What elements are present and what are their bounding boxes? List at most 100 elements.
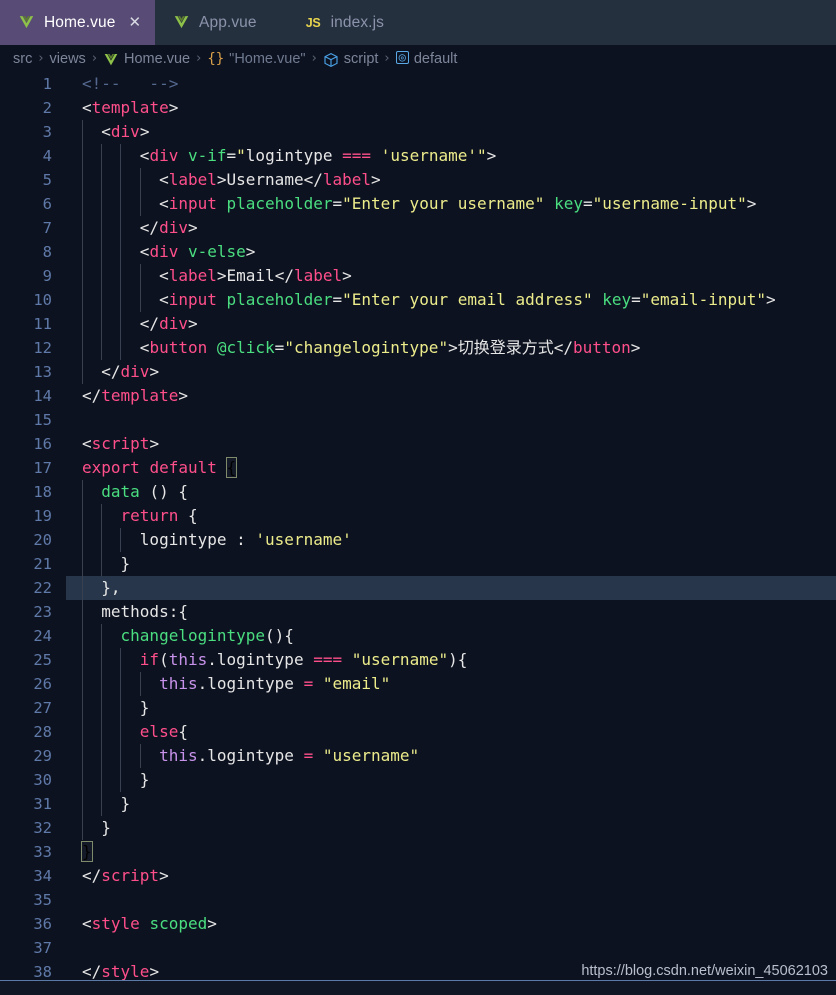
code-line[interactable]: 24 changelogintype(){ xyxy=(0,624,836,648)
line-number: 8 xyxy=(42,243,52,261)
editor-tab-app-vue[interactable]: App.vue xyxy=(155,0,271,45)
code-line[interactable]: 17 export default { xyxy=(0,456,836,480)
code-text[interactable]: <script> xyxy=(82,432,159,456)
code-text[interactable]: <style scoped> xyxy=(82,912,217,936)
line-number: 1 xyxy=(42,75,52,93)
code-text[interactable]: } xyxy=(82,696,150,720)
code-text[interactable]: } xyxy=(82,792,131,816)
code-line[interactable]: 37 xyxy=(0,936,836,960)
code-line[interactable]: 20 logintype : 'username' xyxy=(0,528,836,552)
code-text[interactable]: <template> xyxy=(82,96,178,120)
token: return xyxy=(120,506,179,525)
code-line[interactable]: 16 <script> xyxy=(0,432,836,456)
code-text[interactable]: methods:{ xyxy=(82,600,188,624)
code-text[interactable]: </div> xyxy=(82,360,159,384)
code-text[interactable]: <button @click="changelogintype">切换登录方式<… xyxy=(82,336,641,360)
code-line[interactable]: 14 </template> xyxy=(0,384,836,408)
code-line[interactable]: 23 methods:{ xyxy=(0,600,836,624)
code-line[interactable]: 19 return { xyxy=(0,504,836,528)
code-editor[interactable]: 1 <!-- --> 2 <template> 3 <div> 4 <div v-if="… xyxy=(0,72,836,995)
code-text[interactable]: export default { xyxy=(82,456,238,480)
close-icon[interactable]: ✕ xyxy=(128,15,141,30)
code-text[interactable]: </script> xyxy=(82,864,169,888)
code-line[interactable]: 18 data () { xyxy=(0,480,836,504)
code-line[interactable]: 1 <!-- --> xyxy=(0,72,836,96)
code-text[interactable]: changelogintype(){ xyxy=(82,624,294,648)
token: this xyxy=(159,746,198,765)
code-line[interactable]: 5 <label>Username</label> xyxy=(0,168,836,192)
code-line[interactable]: 2 <template> xyxy=(0,96,836,120)
code-text[interactable]: <input placeholder="Enter your username"… xyxy=(82,192,756,216)
code-line[interactable]: 10 <input placeholder="Enter your email … xyxy=(0,288,836,312)
token: { xyxy=(225,457,238,478)
code-text[interactable]: <label>Username</label> xyxy=(82,168,381,192)
code-text[interactable]: } xyxy=(82,816,111,840)
breadcrumb-item-default[interactable]: default xyxy=(414,51,458,67)
breadcrumb-item-homevue[interactable]: Home.vue xyxy=(124,51,190,67)
tab-label: index.js xyxy=(330,13,384,31)
code-text[interactable]: this.logintype = "username" xyxy=(82,744,419,768)
js-file-icon: JS xyxy=(305,14,322,31)
code-line[interactable]: 29 this.logintype = "username" xyxy=(0,744,836,768)
code-text[interactable]: logintype : 'username' xyxy=(82,528,352,552)
code-line[interactable]: 3 <div> xyxy=(0,120,836,144)
tab-label: Home.vue xyxy=(44,13,116,31)
breadcrumb-item-homevue[interactable]: "Home.vue" xyxy=(229,51,305,67)
code-text[interactable]: } xyxy=(82,768,150,792)
code-text[interactable]: if(this.logintype === "username"){ xyxy=(82,648,468,672)
code-text[interactable]: </template> xyxy=(82,384,188,408)
code-line[interactable]: 26 this.logintype = "email" xyxy=(0,672,836,696)
code-line[interactable]: 15 xyxy=(0,408,836,432)
code-text[interactable]: } xyxy=(81,840,93,864)
vue-logo-glyph xyxy=(104,53,118,65)
code-line[interactable]: 8 <div v-else> xyxy=(0,240,836,264)
code-text[interactable]: return { xyxy=(82,504,198,528)
token: > xyxy=(746,194,757,213)
token: = xyxy=(332,290,343,309)
code-line[interactable]: 11 </div> xyxy=(0,312,836,336)
code-line[interactable]: 7 </div> xyxy=(0,216,836,240)
token: v-else xyxy=(187,242,246,261)
code-text[interactable]: <label>Email</label> xyxy=(82,264,352,288)
code-line[interactable]: 34 </script> xyxy=(0,864,836,888)
code-line[interactable]: 12 <button @click="changelogintype">切换登录… xyxy=(0,336,836,360)
code-line[interactable]: 27 } xyxy=(0,696,836,720)
code-text[interactable]: </div> xyxy=(82,216,198,240)
breadcrumb-item-views[interactable]: views xyxy=(50,51,86,67)
code-text[interactable]: <div v-else> xyxy=(82,240,256,264)
code-text[interactable]: <div> xyxy=(82,120,149,144)
breadcrumb-separator: › xyxy=(38,51,44,66)
editor-tab-index-js[interactable]: JS index.js xyxy=(271,0,398,45)
code-content[interactable]: 1 <!-- --> 2 <template> 3 <div> 4 <div v-if="… xyxy=(0,72,836,995)
code-text[interactable]: }, xyxy=(82,576,120,600)
token: script xyxy=(101,866,160,885)
code-line[interactable]: 35 xyxy=(0,888,836,912)
code-line[interactable]: 32 } xyxy=(0,816,836,840)
token: </ xyxy=(82,218,160,237)
breadcrumb-item-script[interactable]: script xyxy=(344,51,379,67)
code-text[interactable]: } xyxy=(82,552,131,576)
code-line[interactable]: 36 <style scoped> xyxy=(0,912,836,936)
breadcrumb-item-src[interactable]: src xyxy=(13,51,32,67)
code-line[interactable]: 22 }, xyxy=(0,576,836,600)
code-text[interactable]: <!-- --> xyxy=(82,72,178,96)
code-line[interactable]: 9 <label>Email</label> xyxy=(0,264,836,288)
code-text[interactable]: </div> xyxy=(82,312,198,336)
code-line[interactable]: 25 if(this.logintype === "username"){ xyxy=(0,648,836,672)
code-text[interactable]: <div v-if="logintype === 'username'"> xyxy=(82,144,497,168)
code-line[interactable]: 6 <input placeholder="Enter your usernam… xyxy=(0,192,836,216)
code-line[interactable]: 28 else{ xyxy=(0,720,836,744)
code-text[interactable]: <input placeholder="Enter your email add… xyxy=(82,288,776,312)
code-line[interactable]: 31 } xyxy=(0,792,836,816)
code-text[interactable]: else{ xyxy=(82,720,188,744)
editor-tab-home-vue[interactable]: Home.vue ✕ xyxy=(0,0,156,45)
code-line[interactable]: 33} xyxy=(0,840,836,864)
code-line[interactable]: 21 } xyxy=(0,552,836,576)
line-number: 4 xyxy=(42,147,52,165)
token: > xyxy=(139,122,150,141)
code-text[interactable]: this.logintype = "email" xyxy=(82,672,390,696)
code-line[interactable]: 30 } xyxy=(0,768,836,792)
code-line[interactable]: 13 </div> xyxy=(0,360,836,384)
code-line[interactable]: 4 <div v-if="logintype === 'username'"> xyxy=(0,144,836,168)
code-text[interactable]: data () { xyxy=(82,480,188,504)
